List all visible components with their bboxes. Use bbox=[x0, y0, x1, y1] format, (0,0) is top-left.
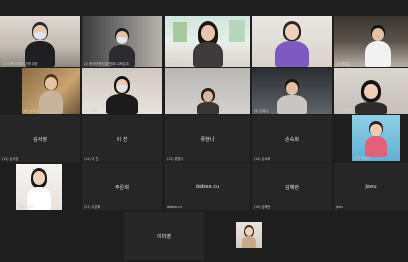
participant-figure bbox=[39, 74, 63, 114]
participant-label: (12) 이 진 bbox=[84, 157, 99, 161]
participant-figure bbox=[275, 21, 309, 67]
participant-label: (9) 김하나 bbox=[254, 109, 269, 113]
participant-tile-19[interactable]: 김혜란 (19) 김혜란 bbox=[252, 163, 332, 210]
participant-tile-11[interactable]: 김서영 (11) 김서영 bbox=[0, 115, 80, 162]
participant-figure bbox=[196, 88, 219, 114]
participant-tile-5[interactable]: (5) 박지은 bbox=[334, 16, 408, 67]
participant-tile-7[interactable]: (7) 이수미 bbox=[82, 68, 162, 114]
participant-tile-1[interactable]: (1) 어린이마을유치원 대표 bbox=[0, 16, 80, 67]
participant-tile-17[interactable]: 주은희 (17) 주은희 bbox=[82, 163, 162, 210]
participant-name: 손숙희 bbox=[284, 136, 300, 143]
participant-label: (10) 한미영 bbox=[336, 109, 353, 113]
participant-label: (4) 오은영 bbox=[254, 62, 269, 66]
participant-label: (1) 어린이마을유치원 대표 bbox=[2, 62, 38, 66]
participant-tile-15[interactable]: (15) 정유나 bbox=[352, 115, 400, 161]
participant-tile-2[interactable]: (2) 한국어린이집연합회 교육분과 bbox=[82, 16, 162, 67]
participant-tile-22[interactable] bbox=[236, 222, 262, 248]
participant-label: dabee.cu bbox=[167, 205, 182, 209]
participant-tile-13[interactable]: 류현나 (13) 류현나 bbox=[165, 115, 250, 162]
participant-tile-18[interactable]: dabee.cu dabee.cu bbox=[165, 163, 250, 210]
participant-tile-10[interactable]: (10) 한미영 bbox=[334, 68, 408, 114]
participant-name: 이미영 bbox=[156, 234, 172, 241]
participant-label: (11) 김서영 bbox=[2, 157, 19, 161]
participant-tile-6[interactable]: (6) 서지아 bbox=[22, 68, 80, 114]
participant-name: 이 진 bbox=[116, 136, 128, 143]
participant-tile-8[interactable]: (8) 윤아름 bbox=[165, 68, 250, 114]
participant-tile-14[interactable]: 손숙희 (14) 손숙희 bbox=[252, 115, 332, 162]
participant-name: 김서영 bbox=[32, 136, 48, 143]
participant-name: 류현나 bbox=[200, 136, 215, 143]
participant-figure bbox=[192, 21, 224, 67]
participant-figure bbox=[277, 79, 307, 114]
participant-figure bbox=[365, 121, 387, 157]
participant-label: (8) 윤아름 bbox=[167, 109, 182, 113]
participant-name: 주은희 bbox=[114, 184, 130, 191]
participant-label: Jeeu bbox=[336, 205, 343, 209]
participant-tile-9[interactable]: (9) 김하나 bbox=[252, 68, 332, 114]
participant-tile-12[interactable]: 이 진 (12) 이 진 bbox=[82, 115, 162, 162]
participant-tile-4[interactable]: (4) 오은영 bbox=[252, 16, 332, 67]
participant-tile-3-active-speaker[interactable]: (3) 김수진 bbox=[165, 16, 250, 67]
participant-label: (5) 박지은 bbox=[336, 62, 351, 66]
participant-label: (14) 손숙희 bbox=[254, 157, 271, 161]
participant-tile-21[interactable]: 이미영 bbox=[124, 212, 204, 260]
participant-name: 김혜란 bbox=[284, 184, 300, 191]
participant-label: (2) 한국어린이집연합회 교육분과 bbox=[84, 62, 129, 66]
participant-figure bbox=[242, 225, 256, 248]
participant-label: (13) 류현나 bbox=[167, 157, 184, 161]
participant-label: (3) 김수진 bbox=[167, 62, 182, 66]
participant-figure bbox=[355, 80, 387, 114]
participant-figure bbox=[365, 25, 391, 67]
participant-label: (7) 이수미 bbox=[84, 109, 99, 113]
participant-label: (16) 최보라 bbox=[18, 205, 35, 209]
participant-label: (19) 김혜란 bbox=[254, 205, 271, 209]
participant-label: (6) 서지아 bbox=[24, 109, 39, 113]
participant-tile-16[interactable]: (16) 최보라 bbox=[16, 164, 62, 210]
participant-label: (15) 정유나 bbox=[354, 156, 371, 160]
participant-tile-20[interactable]: Jeeu Jeeu bbox=[334, 163, 408, 210]
participant-name: dabee.cu bbox=[195, 183, 220, 190]
participant-figure bbox=[106, 76, 138, 114]
participant-label: (17) 주은희 bbox=[84, 205, 101, 209]
participant-name: Jeeu bbox=[365, 183, 377, 190]
